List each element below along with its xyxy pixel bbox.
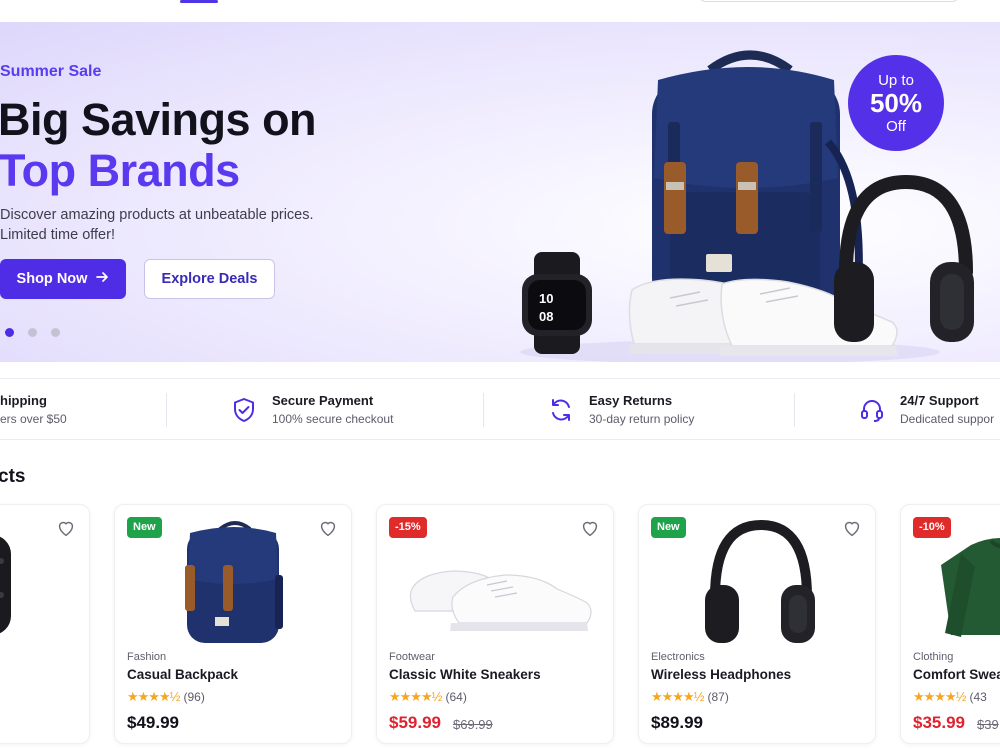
discount-badge-value: 50% [869,87,923,118]
headphones-image [834,174,974,342]
top-navigation [0,0,1000,22]
discount-badge: -10% [913,517,951,538]
feature-secure-payment: Secure Payment 100% secure checkout [230,379,393,441]
product-card[interactable]: -10% Clothing Comfort Swea ★★★★½ (43 $35… [900,504,1000,744]
feature-easy-returns: Easy Returns 30-day return policy [547,379,694,441]
hero-title-line1: Big Savings on [0,94,317,145]
backpack-image [652,50,863,316]
headset-icon [858,396,886,424]
product-card[interactable]: New Electronics Wireless Headphones ★★★★… [638,504,876,744]
feature-subtitle: 100% secure checkout [272,412,394,426]
product-name[interactable]: Casual Backpack [127,667,238,682]
rating-count: (43 [969,690,987,704]
product-name[interactable]: Classic White Sneakers [389,667,541,682]
product-price: $59.99 [389,713,441,732]
feature-title: 24/7 Support [900,393,979,408]
original-price: $69.99 [453,717,493,732]
product-name[interactable]: Wireless Headphones [651,667,791,682]
heart-icon[interactable] [55,517,77,539]
feature-title: hipping [0,393,47,408]
product-name[interactable]: Comfort Swea [913,667,1000,682]
svg-text:08: 08 [539,309,553,324]
rating-count: (96) [183,690,205,704]
product-card[interactable]: -15% Footwear Classic White Sneakers ★★★… [376,504,614,744]
search-input[interactable] [698,0,960,2]
carousel-dot-1[interactable] [5,328,14,337]
new-badge: New [651,517,686,538]
product-card[interactable] [0,504,90,744]
product-price: $89.99 [651,713,703,732]
discount-badge-top: Up to [878,71,914,89]
discount-badge-bottom: Off [886,117,906,135]
discount-badge: -15% [389,517,427,538]
shop-now-label: Shop Now [16,271,88,287]
feature-strip: hipping ers over $50 Secure Payment 100%… [0,378,1000,440]
feature-title: Easy Returns [589,393,673,408]
smartwatch-image: 10 08 [522,252,592,354]
rating-count: (64) [445,690,467,704]
hero-eyebrow: Summer Sale [0,63,102,80]
feature-subtitle: ers over $50 [0,412,67,426]
star-rating-icon: ★★★★½ [913,689,966,704]
feature-divider [483,393,484,427]
shop-now-button[interactable]: Shop Now [0,259,126,299]
hero-title-line2: Top Brands [0,145,240,196]
feature-divider [166,393,167,427]
carousel-dots [5,328,60,337]
hero-description: Discover amazing products at unbeatable … [0,207,314,243]
original-price: $39 [977,717,999,732]
hero-banner: Summer Sale Big Savings on Top Brands Di… [0,22,1000,362]
heart-icon[interactable] [579,517,601,539]
heart-icon[interactable] [317,517,339,539]
product-card[interactable]: New Fashion Casual Backpack ★★★★½ (96) $… [114,504,352,744]
new-badge: New [127,517,162,538]
feature-divider [794,393,795,427]
product-price: $49.99 [127,713,179,732]
product-rating: ★★★★½ (96) [127,689,205,705]
explore-deals-button[interactable]: Explore Deals [144,259,275,299]
feature-shipping: hipping ers over $50 [0,379,67,441]
product-price: $35.99 [913,713,965,732]
feature-title: Secure Payment [272,393,374,408]
arrow-right-icon [95,270,109,288]
product-rating: ★★★★½ (87) [651,689,729,705]
feature-support: 24/7 Support Dedicated suppor [858,379,994,441]
carousel-dot-2[interactable] [28,328,37,337]
heart-icon[interactable] [841,517,863,539]
svg-text:10: 10 [539,291,553,306]
product-category: Fashion [127,651,167,663]
product-rating: ★★★★½ (64) [389,689,467,705]
rating-count: (87) [707,690,729,704]
star-rating-icon: ★★★★½ [127,689,180,704]
shield-check-icon [230,396,258,424]
feature-subtitle: 30-day return policy [589,412,695,426]
feature-subtitle: Dedicated suppor [900,412,995,426]
product-category: Clothing [913,651,954,663]
star-rating-icon: ★★★★½ [389,689,442,704]
product-rating: ★★★★½ (43 [913,689,987,705]
hero-title: Big Savings on Top Brands [0,94,317,196]
section-title: cts [0,466,26,487]
explore-deals-label: Explore Deals [161,271,258,287]
discount-badge: Up to 50% Off [848,55,944,151]
star-rating-icon: ★★★★½ [651,689,704,704]
active-nav-indicator [180,0,218,3]
storefront-page: Summer Sale Big Savings on Top Brands Di… [0,0,1000,750]
carousel-dot-3[interactable] [51,328,60,337]
product-category: Footwear [389,651,435,663]
product-category: Electronics [651,651,705,663]
refresh-icon [547,396,575,424]
